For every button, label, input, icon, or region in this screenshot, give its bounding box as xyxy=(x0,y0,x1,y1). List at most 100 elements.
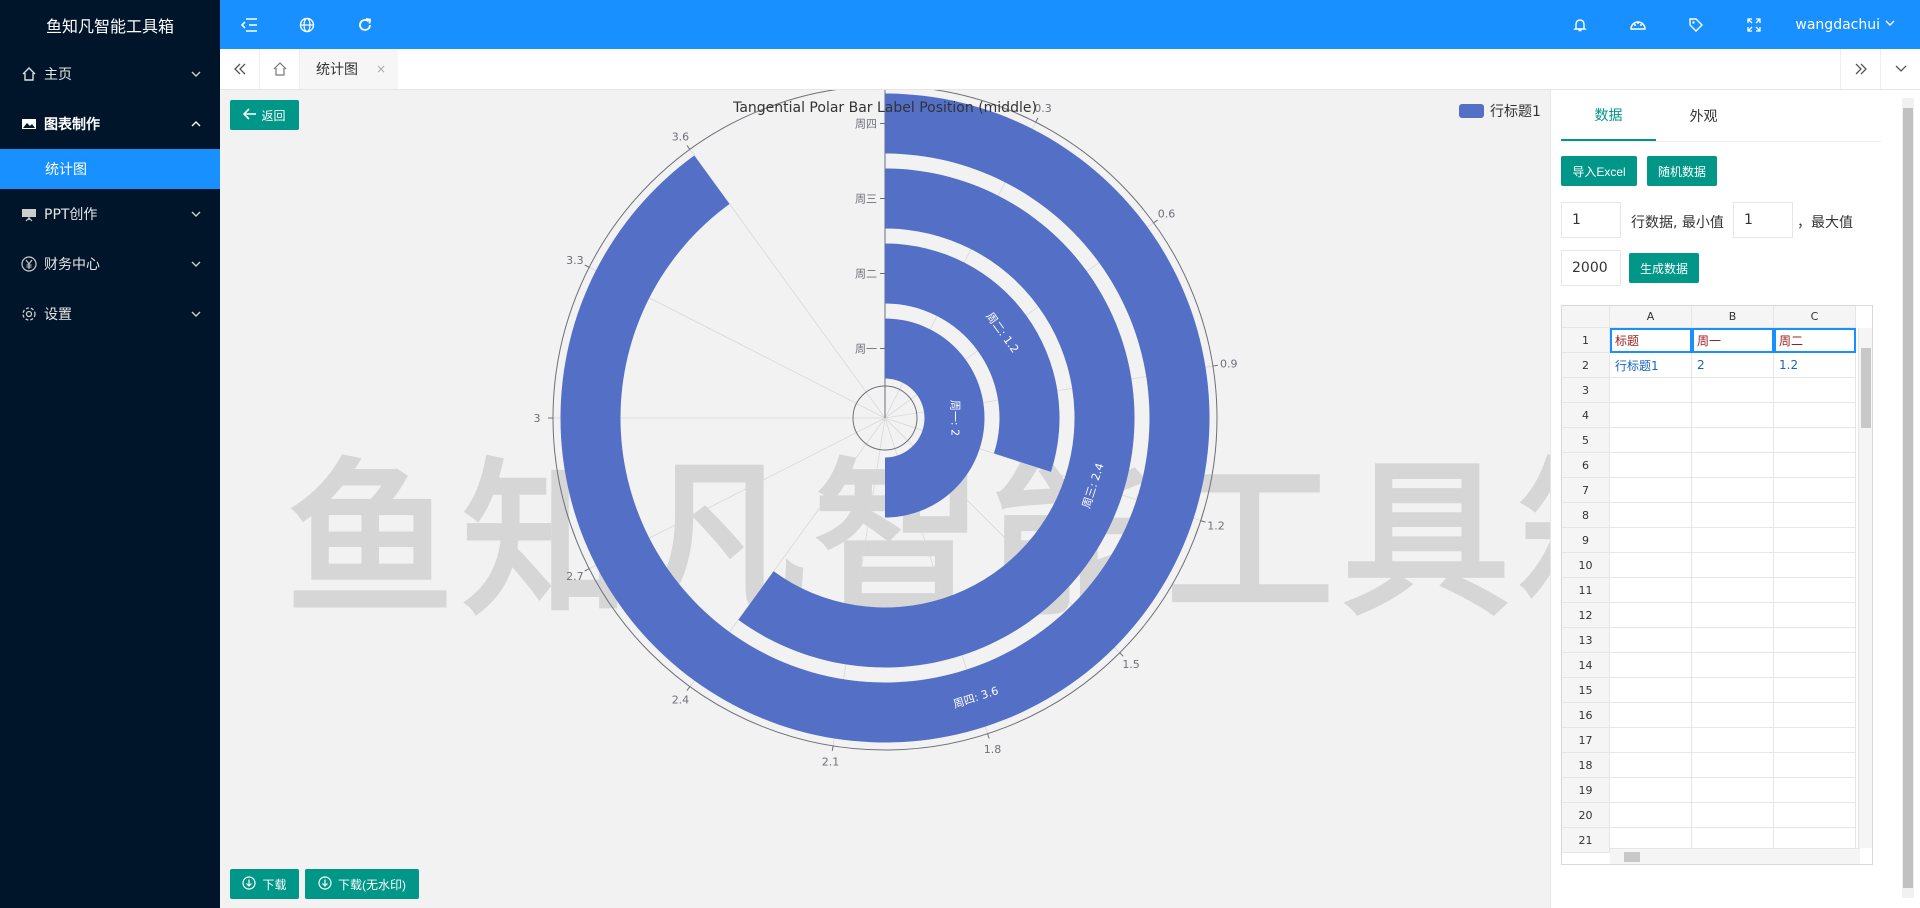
table-cell[interactable] xyxy=(1774,528,1856,553)
table-cell[interactable]: 1.2 xyxy=(1774,353,1856,378)
table-cell[interactable] xyxy=(1610,803,1692,828)
table-cell[interactable] xyxy=(1774,503,1856,528)
home-tab-icon[interactable] xyxy=(260,49,300,89)
scrollbar-thumb[interactable] xyxy=(1903,108,1913,888)
table-cell[interactable] xyxy=(1610,553,1692,578)
table-cell[interactable] xyxy=(1774,578,1856,603)
collapse-menu-icon[interactable] xyxy=(220,0,278,49)
tabs-scroll-left-icon[interactable] xyxy=(220,49,260,89)
tag-icon[interactable] xyxy=(1667,0,1725,49)
table-cell[interactable] xyxy=(1610,653,1692,678)
column-header[interactable]: A xyxy=(1610,306,1692,328)
row-header[interactable]: 16 xyxy=(1562,703,1610,728)
table-cell[interactable] xyxy=(1774,428,1856,453)
table-cell[interactable] xyxy=(1692,378,1774,403)
table-cell[interactable] xyxy=(1610,578,1692,603)
table-cell[interactable] xyxy=(1692,803,1774,828)
tabs-dropdown-icon[interactable] xyxy=(1880,49,1920,89)
row-header[interactable]: 15 xyxy=(1562,678,1610,703)
table-cell[interactable] xyxy=(1774,553,1856,578)
random-data-button[interactable]: 随机数据 xyxy=(1647,156,1717,186)
table-cell[interactable] xyxy=(1692,503,1774,528)
min-input[interactable]: 1 xyxy=(1733,202,1793,238)
table-cell[interactable] xyxy=(1774,453,1856,478)
fullscreen-icon[interactable] xyxy=(1725,0,1783,49)
row-header[interactable]: 4 xyxy=(1562,403,1610,428)
table-cell[interactable] xyxy=(1692,428,1774,453)
table-cell[interactable] xyxy=(1610,703,1692,728)
table-cell[interactable] xyxy=(1774,728,1856,753)
row-header[interactable]: 13 xyxy=(1562,628,1610,653)
row-header[interactable]: 8 xyxy=(1562,503,1610,528)
row-header[interactable]: 12 xyxy=(1562,603,1610,628)
table-cell[interactable] xyxy=(1610,778,1692,803)
row-header[interactable]: 21 xyxy=(1562,828,1610,853)
table-cell[interactable] xyxy=(1692,603,1774,628)
row-header[interactable]: 6 xyxy=(1562,453,1610,478)
row-header[interactable]: 7 xyxy=(1562,478,1610,503)
sidebar-item-home[interactable]: 主页 xyxy=(0,49,220,99)
sheet-horizontal-scrollbar[interactable] xyxy=(1610,848,1860,864)
table-cell[interactable] xyxy=(1774,803,1856,828)
table-cell[interactable] xyxy=(1774,653,1856,678)
sidebar-item-settings[interactable]: 设置 xyxy=(0,289,220,339)
chart-legend[interactable]: 行标题1 xyxy=(1459,101,1541,121)
table-cell[interactable]: 周一 xyxy=(1692,328,1774,353)
table-cell[interactable] xyxy=(1692,678,1774,703)
tab-data[interactable]: 数据 xyxy=(1561,90,1656,141)
row-header[interactable]: 3 xyxy=(1562,378,1610,403)
download-button[interactable]: 下载 xyxy=(230,869,299,899)
table-cell[interactable] xyxy=(1692,653,1774,678)
spreadsheet[interactable]: A B C 1 标题 周一 周二 2 行标题1 2 1.2 3 4 5 6 7 8 9 10 11 12 13 14 15 16… xyxy=(1561,305,1873,865)
table-cell[interactable] xyxy=(1610,503,1692,528)
user-menu[interactable]: wangdachui xyxy=(1783,17,1920,33)
generate-data-button[interactable]: 生成数据 xyxy=(1629,253,1699,283)
bell-icon[interactable] xyxy=(1551,0,1609,49)
table-cell[interactable] xyxy=(1692,478,1774,503)
table-cell[interactable] xyxy=(1774,778,1856,803)
download-nowatermark-button[interactable]: 下载(无水印) xyxy=(305,869,419,899)
sheet-vertical-scrollbar[interactable] xyxy=(1858,328,1872,848)
row-header[interactable]: 19 xyxy=(1562,778,1610,803)
table-cell[interactable] xyxy=(1610,428,1692,453)
globe-icon[interactable] xyxy=(278,0,336,49)
table-cell[interactable] xyxy=(1610,753,1692,778)
close-icon[interactable]: × xyxy=(376,62,386,76)
table-cell[interactable] xyxy=(1610,603,1692,628)
table-cell[interactable] xyxy=(1692,753,1774,778)
row-header[interactable]: 20 xyxy=(1562,803,1610,828)
row-header[interactable]: 9 xyxy=(1562,528,1610,553)
table-cell[interactable] xyxy=(1692,703,1774,728)
row-header[interactable]: 1 xyxy=(1562,328,1610,353)
table-cell[interactable] xyxy=(1774,478,1856,503)
table-cell[interactable] xyxy=(1774,403,1856,428)
row-header[interactable]: 5 xyxy=(1562,428,1610,453)
row-header[interactable]: 18 xyxy=(1562,753,1610,778)
scrollbar-thumb[interactable] xyxy=(1861,348,1871,428)
table-cell[interactable] xyxy=(1610,728,1692,753)
table-cell[interactable] xyxy=(1774,703,1856,728)
table-cell[interactable] xyxy=(1610,528,1692,553)
table-cell[interactable] xyxy=(1774,628,1856,653)
table-cell[interactable] xyxy=(1610,478,1692,503)
row-header[interactable]: 10 xyxy=(1562,553,1610,578)
row-header[interactable]: 14 xyxy=(1562,653,1610,678)
import-excel-button[interactable]: 导入Excel xyxy=(1561,156,1637,186)
column-header[interactable]: C xyxy=(1774,306,1856,328)
table-cell[interactable] xyxy=(1774,678,1856,703)
row-header[interactable]: 11 xyxy=(1562,578,1610,603)
table-cell[interactable]: 周二 xyxy=(1774,328,1856,353)
tabs-scroll-right-icon[interactable] xyxy=(1840,49,1880,89)
sidebar-subitem-stat-chart[interactable]: 统计图 xyxy=(0,149,220,189)
sidebar-item-finance[interactable]: 财务中心 xyxy=(0,239,220,289)
table-cell[interactable] xyxy=(1610,628,1692,653)
table-cell[interactable] xyxy=(1692,728,1774,753)
table-cell[interactable] xyxy=(1610,378,1692,403)
table-cell[interactable] xyxy=(1774,753,1856,778)
table-cell[interactable] xyxy=(1692,403,1774,428)
table-cell[interactable] xyxy=(1692,778,1774,803)
sidebar-item-charts[interactable]: 图表制作 xyxy=(0,99,220,149)
table-cell[interactable] xyxy=(1692,578,1774,603)
tab-appearance[interactable]: 外观 xyxy=(1656,90,1751,141)
table-cell[interactable]: 行标题1 xyxy=(1610,353,1692,378)
